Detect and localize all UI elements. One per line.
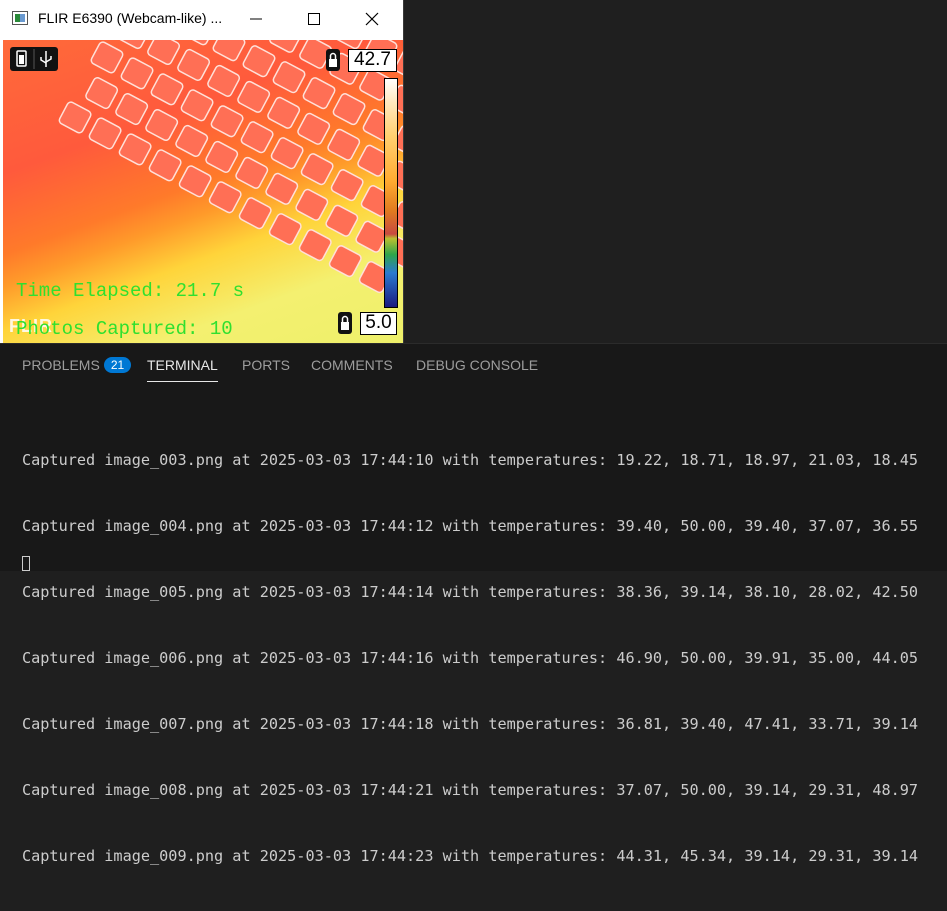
temperature-color-scale [384,78,398,308]
thermal-image-view: 42.7 5.0 Time Elapsed: 21.7 s FLIR Photo… [3,40,403,343]
keyboard-key [177,48,211,81]
keyboard-key [85,77,119,110]
photos-captured-overlay: Photos Captured: 10 [16,318,233,340]
keyboard-key [120,57,154,90]
keyboard-key [242,45,276,78]
keyboard-key [269,40,303,53]
keyboard-key [235,156,269,189]
minimize-icon [250,18,262,20]
keyboard-key [150,73,184,106]
keyboard-key [212,40,246,62]
maximize-icon [308,13,320,25]
keyboard-key [240,121,274,154]
terminal-line: Captured image_004.png at 2025-03-03 17:… [22,517,919,535]
thermal-camera-window[interactable]: FLIR E6390 (Webcam-like) ... 42.7 5.0 Ti… [0,0,403,343]
keyboard-key [90,41,124,74]
terminal-cursor [22,556,30,571]
keyboard-key [118,133,152,166]
keyboard-key [302,77,336,110]
app-icon [12,11,28,25]
tab-comments[interactable]: COMMENTS [311,357,393,373]
battery-usb-icons [16,49,52,69]
terminal-output[interactable]: Captured image_003.png at 2025-03-03 17:… [22,405,918,911]
battery-fill [19,55,24,64]
terminal-line: Captured image_006.png at 2025-03-03 17:… [22,649,919,667]
keyboard-key [147,40,181,66]
lock-icon [341,315,349,330]
keyboard-key [298,229,332,262]
keyboard-key [270,137,304,170]
lock-icon [329,52,337,67]
keyboard-key [117,40,151,50]
problems-count-badge: 21 [103,357,132,373]
terminal-line: Captured image_003.png at 2025-03-03 17:… [22,451,919,469]
lock-icon-min [338,312,352,334]
terminal-line: Captured image_009.png at 2025-03-03 17:… [22,847,919,865]
keyboard-key [207,64,241,97]
terminal-line: Captured image_007.png at 2025-03-03 17:… [22,715,919,733]
tab-debug-console[interactable]: DEBUG CONSOLE [416,357,538,373]
tab-problems-label: PROBLEMS [22,357,100,373]
keyboard-key [272,61,306,94]
panel-tabs: PROBLEMS 21 TERMINAL PORTS COMMENTS DEBUG… [0,344,947,386]
bottom-panel: PROBLEMS 21 TERMINAL PORTS COMMENTS DEBUG… [0,343,947,865]
keyboard-key [328,245,362,278]
keyboard-key [182,40,216,46]
terminal-line: Captured image_008.png at 2025-03-03 17:… [22,781,919,799]
keyboard-key [88,117,122,150]
keyboard-key [178,165,212,198]
keyboard-key [238,197,272,230]
window-titlebar[interactable]: FLIR E6390 (Webcam-like) ... [0,0,403,38]
keyboard-key [210,105,244,138]
keyboard-key [205,140,239,173]
close-button[interactable] [349,0,395,38]
min-temperature: 5.0 [360,312,397,335]
tab-problems[interactable]: PROBLEMS 21 [22,357,132,374]
minimize-button[interactable] [233,0,279,38]
window-title: FLIR E6390 (Webcam-like) ... [38,10,223,26]
keyboard-key [208,181,242,214]
keyboard-key [115,92,149,126]
usb-icon [40,51,52,67]
time-elapsed-overlay: Time Elapsed: 21.7 s [16,280,245,302]
keyboard-key [58,101,92,134]
keyboard-key [300,153,334,186]
keyboard-key [330,169,364,202]
keyboard-key [265,172,299,205]
close-icon [365,12,379,26]
keyboard-key [295,188,329,221]
keyboard-keys [58,40,403,294]
keyboard-key [175,124,209,157]
terminal-line: Captured image_005.png at 2025-03-03 17:… [22,583,919,601]
keyboard-key [325,204,359,237]
keyboard-key [180,89,214,122]
tab-ports[interactable]: PORTS [242,357,290,373]
maximize-button[interactable] [291,0,337,38]
max-temperature: 42.7 [348,49,397,72]
keyboard-key [327,128,361,161]
keyboard-key [332,93,366,126]
tab-terminal[interactable]: TERMINAL [147,357,218,382]
status-icons [10,47,58,71]
keyboard-key [267,96,301,129]
keyboard-key [237,80,271,113]
keyboard-key [145,108,179,142]
keyboard-key [297,112,331,145]
lock-icon-max [326,49,340,71]
keyboard-key [148,149,182,182]
keyboard-key [268,213,302,246]
